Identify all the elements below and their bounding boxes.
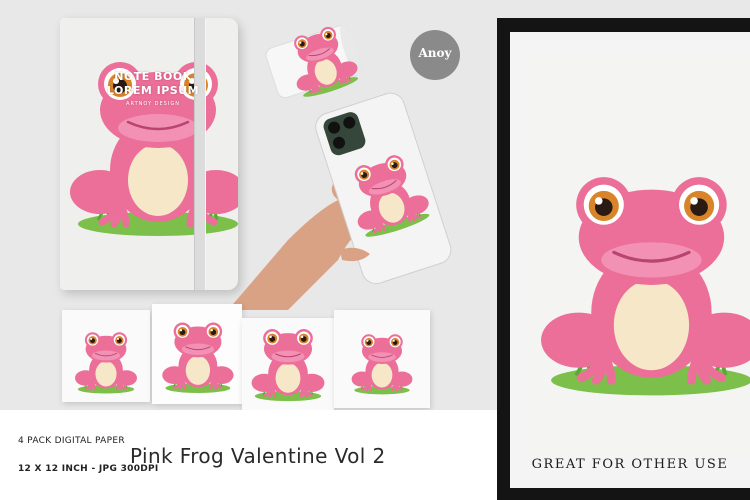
print-card-3 bbox=[242, 318, 334, 410]
notebook-elastic-band bbox=[194, 18, 206, 290]
framed-print: GREAT FOR OTHER USE bbox=[497, 18, 750, 500]
notebook-subtitle: LOREM IPSUM bbox=[106, 84, 200, 97]
product-title: Pink Frog Valentine Vol 2 bbox=[130, 444, 386, 468]
phone-mockup bbox=[228, 90, 488, 310]
print-card-4 bbox=[334, 310, 430, 408]
product-banner: 4 PACK DIGITAL PAPER Pink Frog Valentine… bbox=[0, 410, 497, 500]
brand-logo-text: Anoy bbox=[418, 46, 452, 60]
print-card-1 bbox=[62, 310, 150, 402]
notebook-brand: ARTNOY DESIGN bbox=[126, 101, 180, 107]
pack-label: 4 PACK DIGITAL PAPER bbox=[18, 436, 125, 446]
size-label: 12 X 12 INCH - JPG 300DPI bbox=[18, 464, 159, 474]
framed-artwork bbox=[526, 54, 750, 454]
print-card-2 bbox=[152, 304, 242, 404]
notebook-title: NOTE BOOK bbox=[114, 70, 192, 83]
notebook-mockup: NOTE BOOK LOREM IPSUM ARTNOY DESIGN bbox=[60, 18, 238, 290]
brand-logo: Anoy bbox=[410, 30, 460, 80]
frame-mat: GREAT FOR OTHER USE bbox=[510, 32, 750, 488]
frame-caption: GREAT FOR OTHER USE bbox=[531, 457, 729, 472]
